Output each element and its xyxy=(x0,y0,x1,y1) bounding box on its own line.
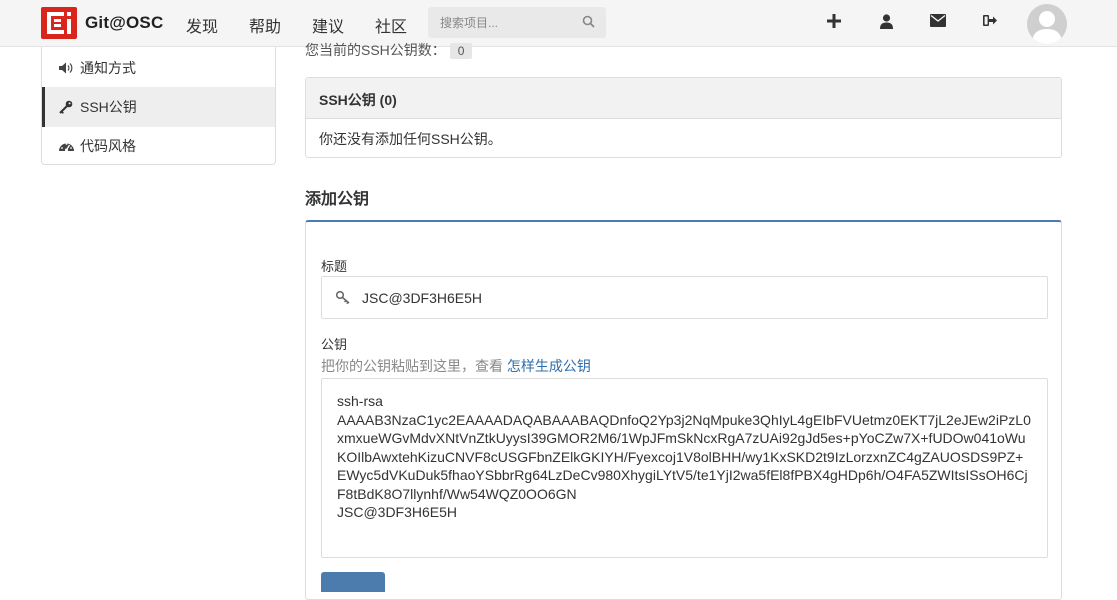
public-key-hint: 把你的公钥粘贴到这里，查看 怎样生成公钥 xyxy=(321,356,591,376)
ssh-key-count-line: 您当前的SSH公钥数： 0 xyxy=(305,40,473,60)
brand-logo-icon xyxy=(41,7,77,39)
public-key-textarea[interactable]: ssh-rsa AAAAB3NzaC1yc2EAAAADAQABAAABAQDn… xyxy=(321,378,1048,558)
envelope-icon[interactable] xyxy=(930,14,946,32)
ssh-key-count-badge: 0 xyxy=(449,43,473,59)
sidebar-item-label: 代码风格 xyxy=(80,138,136,154)
key-icon xyxy=(335,290,351,309)
title-input[interactable] xyxy=(362,277,962,318)
dashboard-icon xyxy=(58,140,74,152)
brand-name: Git@OSC xyxy=(85,13,164,32)
sidebar-item-ssh-keys[interactable]: SSH公钥 xyxy=(42,87,275,127)
settings-sidebar: 通知方式 SSH公钥 代码风格 xyxy=(41,47,276,165)
search-box xyxy=(428,7,606,38)
key-icon xyxy=(58,100,74,114)
avatar[interactable] xyxy=(1027,4,1067,44)
empty-keys-message: 你还没有添加任何SSH公钥。 xyxy=(319,131,502,147)
title-field xyxy=(321,276,1048,319)
nav-link-help[interactable]: 帮助 xyxy=(249,13,281,37)
ssh-key-count-label: 您当前的SSH公钥数： xyxy=(305,42,446,58)
add-key-heading: 添加公钥 xyxy=(305,191,370,208)
user-icon[interactable] xyxy=(880,14,893,34)
nav-link-community[interactable]: 社区 xyxy=(375,13,407,37)
sidebar-item-label: SSH公钥 xyxy=(80,99,137,115)
ssh-keys-panel: SSH公钥 (0) 你还没有添加任何SSH公钥。 xyxy=(305,77,1062,158)
add-key-form: 标题 公钥 把你的公钥粘贴到这里，查看 怎样生成公钥 ssh-rsa AAAAB… xyxy=(305,220,1062,600)
top-navbar: Git@OSC 发现 帮助 建议 社区 xyxy=(0,0,1117,47)
nav-link-discover[interactable]: 发现 xyxy=(186,13,218,37)
volume-icon xyxy=(58,62,74,74)
submit-button[interactable] xyxy=(321,572,385,592)
search-icon[interactable] xyxy=(582,15,595,33)
sidebar-item-label: 通知方式 xyxy=(80,60,136,76)
public-key-hint-text: 把你的公钥粘贴到这里，查看 xyxy=(321,358,503,374)
brand-logo[interactable]: Git@OSC xyxy=(41,7,163,39)
sign-out-icon[interactable] xyxy=(983,14,997,32)
sidebar-item-code-style[interactable]: 代码风格 xyxy=(42,126,275,166)
search-input[interactable] xyxy=(428,7,568,38)
nav-link-suggest[interactable]: 建议 xyxy=(312,13,344,37)
panel-title: SSH公钥 (0) xyxy=(306,78,1061,119)
title-label: 标题 xyxy=(321,259,348,274)
sidebar-item-notifications[interactable]: 通知方式 xyxy=(42,48,275,88)
public-key-label: 公钥 xyxy=(321,337,348,352)
plus-icon[interactable] xyxy=(827,14,841,33)
how-to-generate-key-link[interactable]: 怎样生成公钥 xyxy=(507,358,591,374)
